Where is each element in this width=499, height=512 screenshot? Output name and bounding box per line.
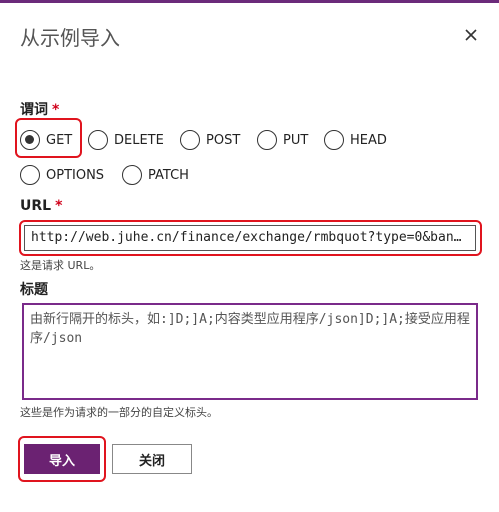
close-button[interactable]: 关闭 — [112, 444, 192, 474]
radio-patch-label: PATCH — [148, 167, 189, 183]
radio-circle-put — [257, 130, 277, 150]
dialog-title: 从示例导入 — [20, 26, 120, 50]
radio-circle-get — [20, 130, 40, 150]
url-hint: 这是请求 URL。 — [20, 259, 101, 272]
headers-hint: 这些是作为请求的一部分的自定义标头。 — [20, 406, 218, 419]
import-from-sample-dialog: 从示例导入 谓词 * GET DELETE POST PUT HEAD OPTIO… — [0, 0, 499, 512]
url-input[interactable]: http://web.juhe.cn/finance/exchange/rmbq… — [24, 225, 476, 251]
radio-delete[interactable]: DELETE — [88, 128, 164, 152]
radio-post-label: POST — [206, 132, 241, 148]
verb-label-text: 谓词 — [20, 102, 48, 118]
radio-options[interactable]: OPTIONS — [20, 163, 104, 187]
headers-label: 标题 — [20, 282, 48, 298]
url-required-mark: * — [55, 198, 63, 214]
radio-head-label: HEAD — [350, 132, 387, 148]
radio-circle-delete — [88, 130, 108, 150]
radio-head[interactable]: HEAD — [324, 128, 387, 152]
radio-circle-post — [180, 130, 200, 150]
verb-required-mark: * — [52, 102, 60, 118]
radio-put-label: PUT — [283, 132, 309, 148]
radio-circle-options — [20, 165, 40, 185]
radio-circle-patch — [122, 165, 142, 185]
radio-post[interactable]: POST — [180, 128, 240, 152]
verb-label: 谓词 * — [20, 99, 59, 119]
radio-options-label: OPTIONS — [46, 167, 105, 183]
headers-textarea[interactable]: 由新行隔开的标头，如:]D;]A;内容类型应用程序/json]D;]A;接受应用… — [22, 303, 478, 400]
import-button[interactable]: 导入 — [24, 444, 100, 474]
url-label: URL * — [20, 198, 62, 214]
radio-delete-label: DELETE — [114, 132, 164, 148]
radio-get[interactable]: GET — [20, 128, 72, 152]
radio-patch[interactable]: PATCH — [122, 163, 189, 187]
radio-put[interactable]: PUT — [257, 128, 308, 152]
radio-get-label: GET — [46, 132, 73, 148]
radio-circle-head — [324, 130, 344, 150]
close-icon[interactable] — [460, 24, 482, 46]
url-label-text: URL — [20, 198, 52, 214]
